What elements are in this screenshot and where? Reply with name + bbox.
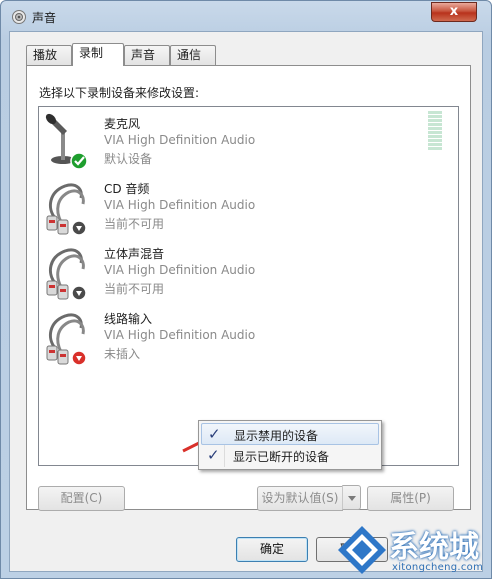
tab-sounds[interactable]: 声音 (124, 45, 170, 65)
device-driver: VIA High Definition Audio (104, 328, 256, 342)
watermark-url: xitongcheng.com (392, 562, 484, 573)
watermark-brand: 系统城 (389, 530, 479, 565)
ok-button[interactable]: 确定 (236, 537, 308, 562)
microphone-icon (45, 113, 88, 170)
device-state: 当前不可用 (104, 282, 165, 296)
checkmark-icon: ✓ (207, 446, 220, 464)
menu-item-show-disconnected-devices[interactable]: ✓ 显示已断开的设备 (201, 445, 379, 467)
close-button[interactable]: x (431, 2, 477, 22)
set-default-dropdown-button[interactable] (342, 485, 361, 510)
sound-dialog-window: 声音 x 播放 录制 声音 通信 选择以下录制设备来修改设置: 麦克风 VIA … (0, 0, 492, 579)
menu-item-show-disabled-devices[interactable]: ✓ 显示禁用的设备 (201, 423, 379, 445)
watermark-logo-icon (338, 526, 386, 574)
recording-device-list[interactable]: 麦克风 VIA High Definition Audio 默认设备 CD 音频… (38, 106, 459, 470)
window-title: 声音 (32, 11, 57, 25)
device-driver: VIA High Definition Audio (104, 133, 256, 147)
tab-recording[interactable]: 录制 (72, 43, 124, 66)
level-meter (428, 111, 442, 151)
rca-cable-icon (46, 248, 87, 301)
dialog-client-area: 播放 录制 声音 通信 选择以下录制设备来修改设置: 麦克风 VIA High … (9, 31, 483, 572)
device-item-stereo-mix[interactable]: 立体声混音 VIA High Definition Audio 当前不可用 (43, 243, 343, 307)
instruction-label: 选择以下录制设备来修改设置: (39, 86, 200, 100)
device-driver: VIA High Definition Audio (104, 263, 256, 277)
device-item-line-in[interactable]: 线路输入 VIA High Definition Audio 未插入 (43, 308, 343, 372)
checkmark-icon: ✓ (208, 425, 221, 443)
speaker-icon (12, 10, 26, 24)
context-menu: ✓ 显示禁用的设备 ✓ 显示已断开的设备 (198, 420, 382, 470)
device-item-microphone[interactable]: 麦克风 VIA High Definition Audio 默认设备 (43, 113, 343, 177)
device-state: 当前不可用 (104, 217, 165, 231)
device-name: 线路输入 (104, 312, 153, 326)
tab-playback[interactable]: 播放 (26, 45, 72, 65)
title-bar[interactable]: 声音 x (1, 1, 491, 31)
rca-cable-icon (46, 183, 87, 236)
device-state: 默认设备 (104, 152, 153, 166)
device-state: 未插入 (104, 347, 141, 361)
properties-button[interactable]: 属性(P) (367, 486, 454, 511)
set-default-button[interactable]: 设为默认值(S) (257, 486, 343, 511)
device-driver: VIA High Definition Audio (104, 198, 256, 212)
device-name: CD 音频 (104, 182, 150, 196)
device-item-cd-audio[interactable]: CD 音频 VIA High Definition Audio 当前不可用 (43, 178, 343, 242)
device-name: 麦克风 (104, 117, 141, 131)
chevron-down-icon (348, 496, 356, 501)
rca-cable-icon (46, 313, 87, 366)
device-name: 立体声混音 (104, 247, 165, 261)
tab-communications[interactable]: 通信 (170, 45, 216, 65)
recording-tab-panel: 选择以下录制设备来修改设置: 麦克风 VIA High Definition A… (26, 65, 471, 511)
configure-button[interactable]: 配置(C) (38, 486, 125, 511)
green-check-badge (70, 152, 88, 170)
close-icon: x (449, 4, 459, 19)
watermark: 系统城 xitongcheng.com (336, 520, 492, 579)
